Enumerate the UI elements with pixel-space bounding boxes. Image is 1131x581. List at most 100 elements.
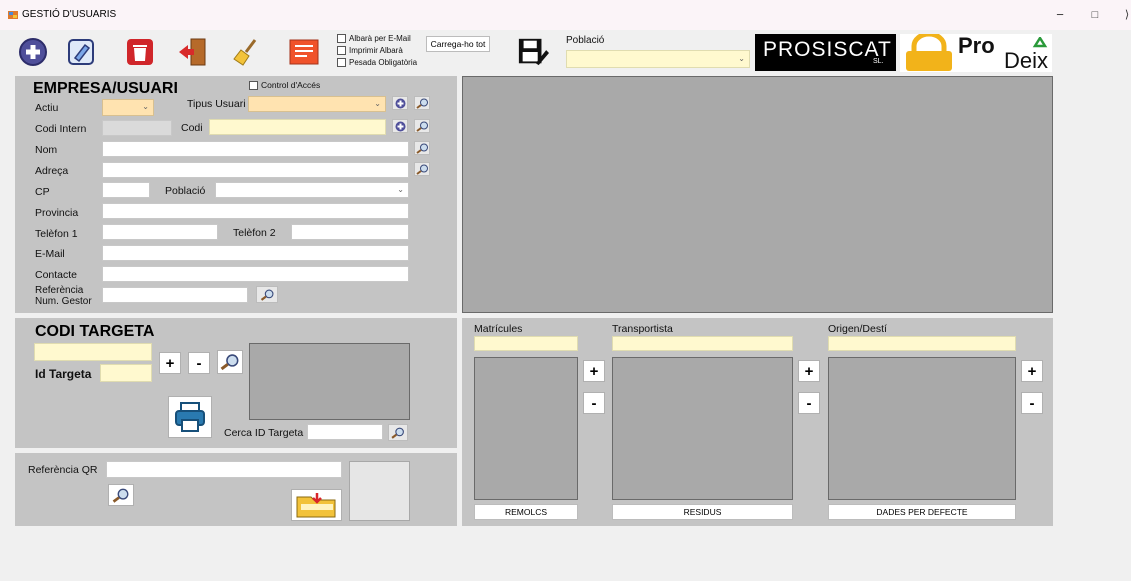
maximize-button[interactable]: □ [1085, 6, 1105, 24]
remove-origen-button[interactable]: - [1021, 392, 1043, 414]
telefon1-field[interactable] [102, 224, 218, 240]
adreca-field[interactable] [102, 162, 409, 178]
label-matricules: Matrícules [474, 323, 523, 335]
exit-button[interactable] [177, 36, 209, 68]
clear-button[interactable] [230, 36, 262, 68]
telefon2-field[interactable] [291, 224, 409, 240]
add-matricula-button[interactable]: + [583, 360, 605, 382]
prodeix-text-top: Pro [958, 33, 995, 58]
save-button[interactable] [517, 36, 549, 68]
id-targeta-field[interactable] [100, 364, 152, 382]
label-tipus-usuari: Tipus Usuari [187, 98, 246, 110]
label-codi: Codi [181, 122, 203, 134]
main-display-area [462, 76, 1053, 313]
checkbox-label: Imprimir Albarà [349, 46, 403, 55]
minimize-button[interactable]: − [1050, 6, 1070, 24]
qr-image-box [349, 461, 410, 521]
search-icon [220, 354, 239, 371]
add-codi-button[interactable] [392, 119, 408, 133]
label-cp: CP [35, 186, 50, 198]
label-poblacio: Població [165, 185, 206, 197]
report-button[interactable] [288, 36, 320, 68]
cp-field[interactable] [102, 182, 150, 198]
checkbox-box[interactable] [337, 58, 346, 68]
recycle-icon [1032, 37, 1048, 48]
remove-targeta-button[interactable]: - [188, 352, 210, 374]
residus-button[interactable]: RESIDUS [612, 504, 793, 520]
label-referencia: Referència [35, 285, 84, 296]
remove-matricula-button[interactable]: - [583, 392, 605, 414]
targeta-image-box [249, 343, 410, 420]
search-icon [391, 427, 404, 439]
codi-intern-field[interactable] [102, 120, 172, 136]
checkbox-print[interactable]: Imprimir Albarà [337, 46, 403, 56]
print-button[interactable] [168, 396, 212, 438]
label-adreca: Adreça [35, 165, 69, 177]
label-referencia-qr: Referència QR [28, 464, 98, 476]
poblacio-select[interactable]: ⌄ [215, 182, 409, 198]
load-all-button[interactable]: Carrega-ho tot [426, 36, 490, 52]
search-targeta-button[interactable] [217, 350, 243, 374]
origen-desti-field[interactable] [828, 336, 1016, 351]
cerca-id-field[interactable] [307, 424, 383, 440]
poblacio-select-top[interactable]: ⌄ [566, 50, 750, 68]
folder-icon [296, 493, 335, 518]
search-cerca-id-button[interactable] [388, 424, 408, 441]
add-origen-button[interactable]: + [1021, 360, 1043, 382]
matricules-list[interactable] [474, 357, 578, 500]
label-codi-intern: Codi Intern [35, 123, 87, 135]
origen-desti-list[interactable] [828, 357, 1016, 500]
checkbox-box[interactable] [337, 46, 346, 56]
label-contacte: Contacte [35, 269, 78, 281]
add-icon [395, 121, 405, 131]
delete-button[interactable] [124, 36, 156, 68]
search-referencia-button[interactable] [256, 286, 278, 303]
save-icon [518, 38, 549, 66]
open-folder-button[interactable] [291, 489, 342, 521]
label-provincia: Provincia [35, 207, 79, 219]
targeta-code-field[interactable] [34, 343, 152, 361]
add-tipus-button[interactable] [392, 96, 408, 110]
provincia-field[interactable] [102, 203, 409, 219]
referencia-qr-field[interactable] [106, 461, 342, 478]
access-control-checkbox[interactable]: Control d'Accés [249, 80, 320, 91]
search-icon [415, 143, 428, 154]
checkbox-email[interactable]: Albarà per E-Mail [337, 34, 411, 44]
search-codi-button[interactable] [414, 119, 430, 133]
email-field[interactable] [102, 245, 409, 261]
actiu-select[interactable]: ⌄ [102, 99, 154, 116]
add-targeta-button[interactable]: + [159, 352, 181, 374]
checkbox-box[interactable] [337, 34, 346, 44]
report-icon [289, 39, 319, 65]
label-telefon2: Telèfon 2 [233, 227, 276, 239]
edit-button[interactable] [65, 36, 97, 68]
checkbox-label: Albarà per E-Mail [349, 34, 411, 43]
targeta-title: CODI TARGETA [35, 323, 155, 340]
remolcs-button[interactable]: REMOLCS [474, 504, 578, 520]
nom-field[interactable] [102, 141, 409, 157]
broom-icon [233, 39, 257, 66]
search-nom-button[interactable] [414, 141, 430, 155]
transportista-list[interactable] [612, 357, 793, 500]
search-icon [112, 488, 129, 503]
referencia-field[interactable] [102, 287, 248, 303]
tipus-usuari-select[interactable]: ⌄ [248, 96, 386, 112]
add-button[interactable] [17, 36, 49, 68]
remove-transportista-button[interactable]: - [798, 392, 820, 414]
transportista-field[interactable] [612, 336, 793, 351]
close-button[interactable]: ⟩ [1117, 6, 1131, 24]
add-transportista-button[interactable]: + [798, 360, 820, 382]
contacte-field[interactable] [102, 266, 409, 282]
checkbox-box[interactable] [249, 81, 258, 91]
search-tipus-button[interactable] [414, 96, 430, 110]
prodeix-logo: Pro Deix [900, 33, 1052, 73]
window-title: GESTIÓ D'USUARIS [22, 9, 117, 20]
search-qr-button[interactable] [108, 484, 134, 506]
search-adreca-button[interactable] [414, 162, 430, 176]
label-email: E-Mail [35, 248, 65, 260]
checkbox-weighing[interactable]: Pesada Obligatòria [337, 58, 417, 68]
matricules-field[interactable] [474, 336, 578, 351]
label-origen-desti: Origen/Destí [828, 323, 887, 335]
dades-defecte-button[interactable]: DADES PER DEFECTE [828, 504, 1016, 520]
codi-field[interactable] [209, 119, 386, 135]
